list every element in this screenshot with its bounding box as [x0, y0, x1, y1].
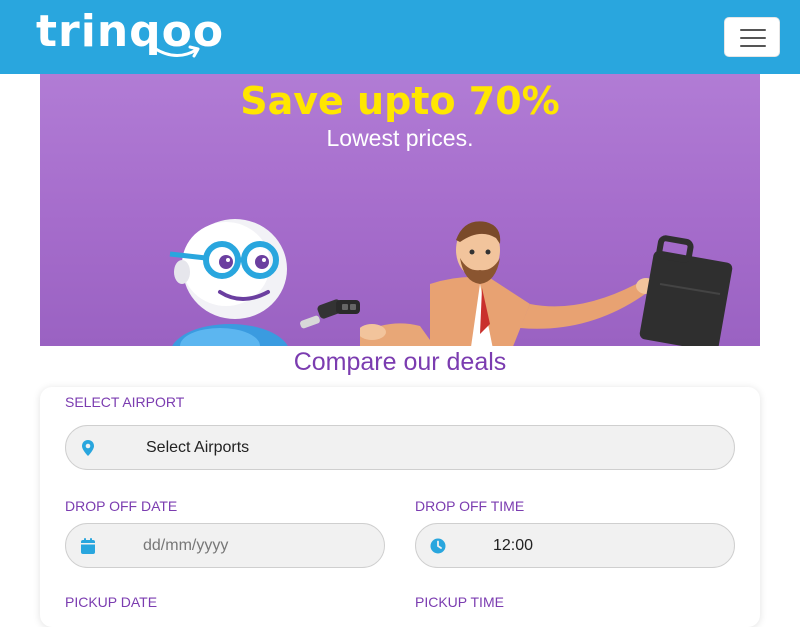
banner-subline: Lowest prices.: [326, 125, 474, 151]
hamburger-icon-bar: [740, 45, 766, 47]
dropoff-date-placeholder: dd/mm/yyyy: [143, 537, 229, 554]
navbar: trinqoo: [0, 0, 800, 74]
dropoff-time-field[interactable]: 12:00: [415, 523, 735, 568]
dropoff-date-label: DROP OFF DATE: [65, 498, 178, 514]
menu-toggle-button[interactable]: [724, 17, 780, 57]
clock-icon: [430, 538, 446, 554]
location-pin-icon: [82, 440, 94, 456]
deals-heading: Compare our deals: [293, 348, 507, 376]
airport-select[interactable]: Select Airports: [65, 425, 735, 470]
airport-label: SELECT AIRPORT: [65, 394, 185, 410]
calendar-icon: [81, 538, 95, 554]
hamburger-icon-bar: [740, 37, 766, 39]
hamburger-icon: [740, 29, 766, 31]
banner-headline: Save upto 70%: [240, 79, 560, 123]
dropoff-date-field[interactable]: dd/mm/yyyy: [65, 523, 385, 568]
dropoff-time-value: 12:00: [493, 537, 534, 554]
pickup-time-label: PICKUP TIME: [415, 594, 504, 610]
promo-banner: Save upto 70% Lowest prices.: [40, 74, 760, 346]
businessman-illustration: [360, 221, 733, 346]
logo-smile-icon: [152, 45, 200, 58]
dropoff-time-label: DROP OFF TIME: [415, 498, 525, 514]
pickup-date-label: PICKUP DATE: [65, 594, 158, 610]
search-form-card: SELECT AIRPORT Select Airports DROP OFF …: [40, 387, 760, 627]
airport-select-value: Select Airports: [146, 439, 250, 456]
